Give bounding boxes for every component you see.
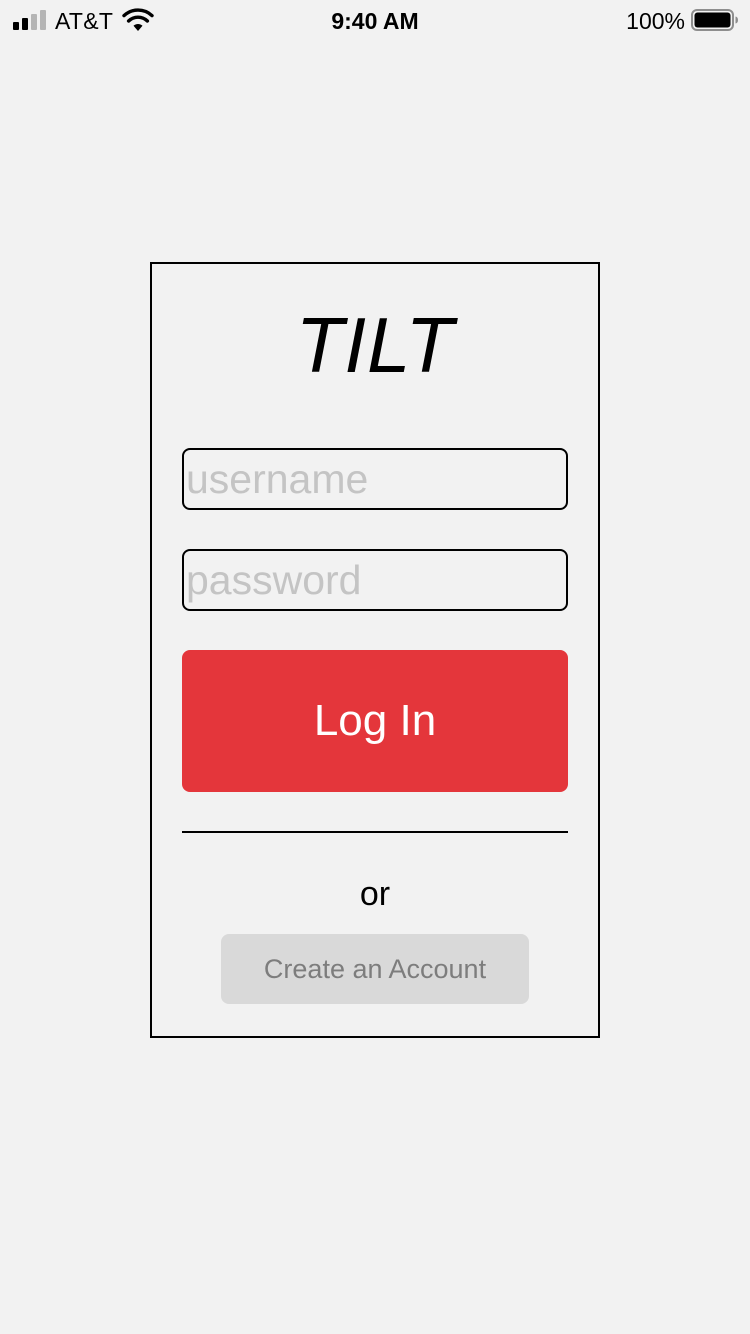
login-card: TILT Log In or Create an Account [150, 262, 600, 1038]
create-account-button[interactable]: Create an Account [221, 934, 529, 1004]
status-bar: AT&T 9:40 AM 100% [0, 0, 750, 40]
password-input[interactable] [182, 549, 568, 611]
or-separator-text: or [359, 875, 391, 913]
battery-icon [691, 9, 738, 31]
battery-percentage: 100% [626, 8, 685, 34]
divider [182, 831, 568, 833]
login-button[interactable]: Log In [182, 650, 568, 792]
username-input[interactable] [182, 448, 568, 510]
app-title: TILT [295, 301, 455, 389]
